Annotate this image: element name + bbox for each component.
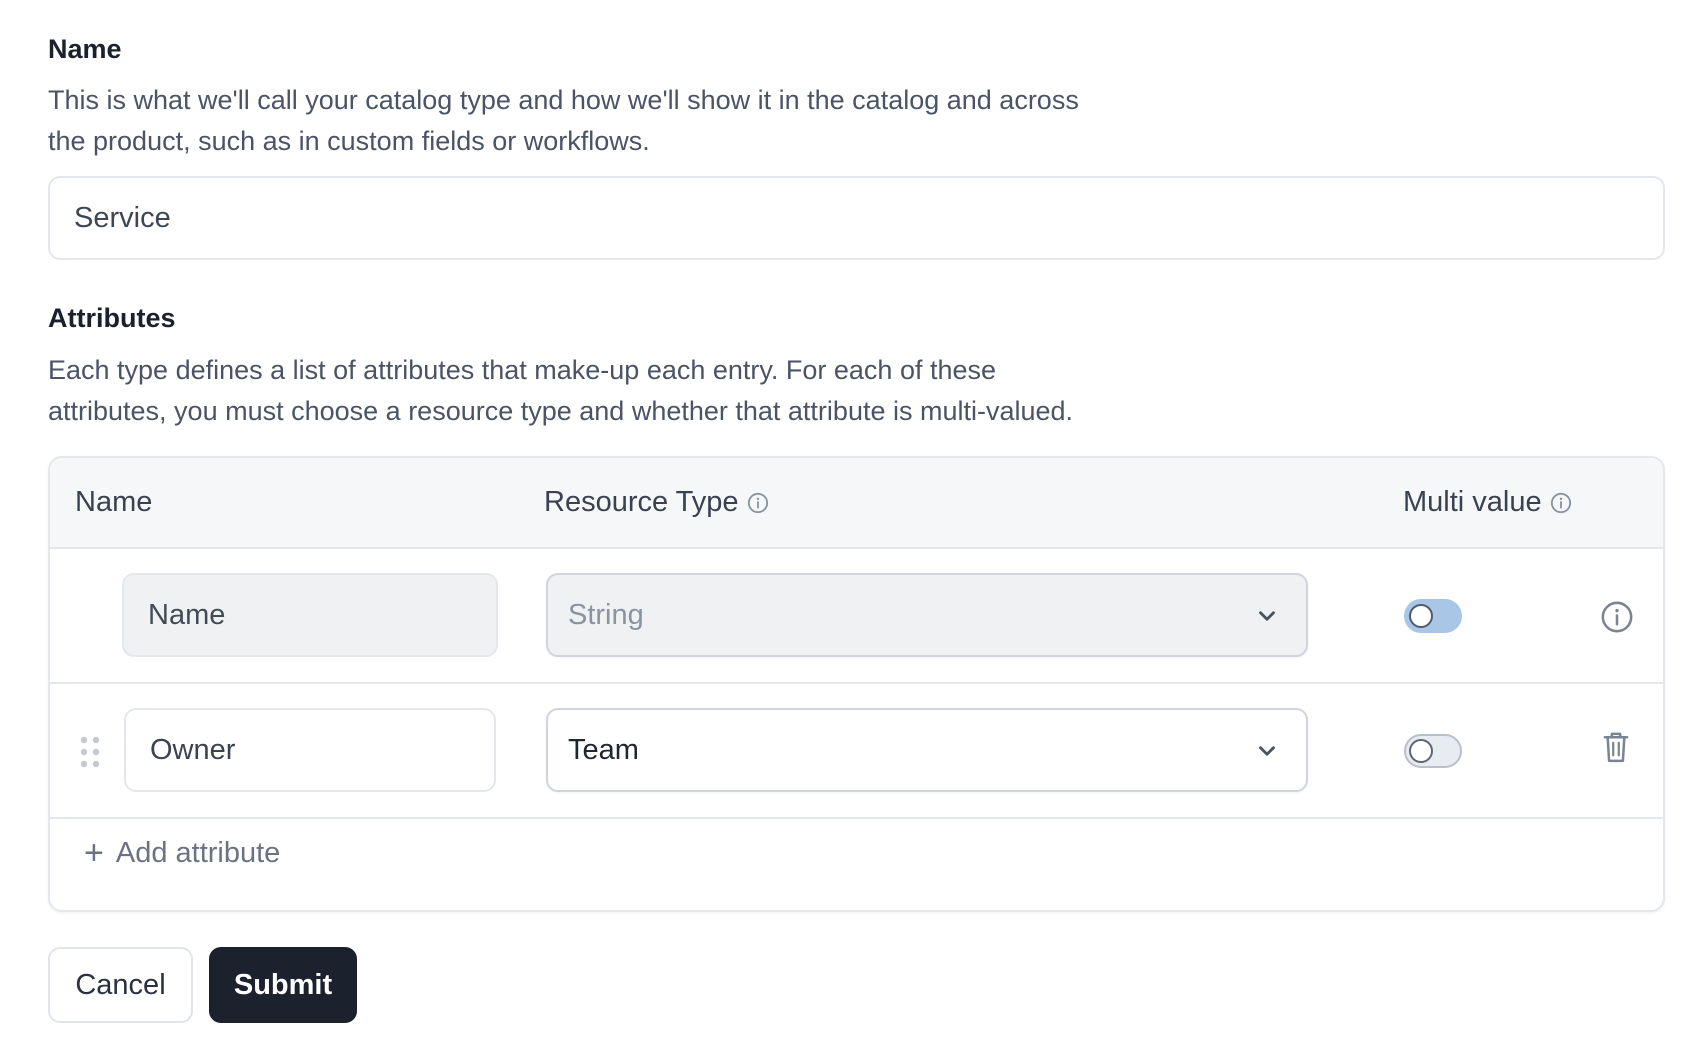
chevron-down-icon (1259, 611, 1275, 621)
attributes-table: Name Resource Type Multi value String (48, 456, 1665, 912)
attribute-row: String (50, 549, 1663, 684)
name-description-line-1: This is what we'll call your catalog typ… (48, 85, 1079, 115)
resource-type-value: String (568, 598, 644, 631)
submit-button[interactable]: Submit (209, 947, 357, 1023)
attributes-section-title: Attributes (48, 303, 176, 333)
name-section-description: This is what we'll call your catalog typ… (48, 80, 1079, 162)
resource-type-value: Team (568, 733, 639, 766)
toggle-knob (1409, 604, 1433, 628)
header-multi-value-label: Multi value (1403, 486, 1542, 518)
resource-type-info-icon[interactable] (747, 492, 769, 514)
attributes-description-line-1: Each type defines a list of attributes t… (48, 355, 997, 385)
multi-value-toggle (1404, 599, 1462, 633)
catalog-type-name-input[interactable] (48, 176, 1665, 260)
name-description-line-2: the product, such as in custom fields or… (48, 126, 650, 156)
resource-type-select[interactable]: Team (546, 708, 1308, 792)
header-resource-type-label: Resource Type (544, 486, 739, 518)
attribute-name-input[interactable] (124, 708, 496, 792)
attributes-description-line-2: attributes, you must choose a resource t… (48, 396, 1074, 426)
header-resource-type: Resource Type (544, 458, 769, 547)
attribute-name-input (122, 573, 498, 657)
resource-type-select: String (546, 573, 1308, 657)
drag-handle-icon[interactable] (78, 734, 102, 770)
multi-value-info-icon[interactable] (1550, 492, 1572, 514)
plus-icon: + (84, 834, 104, 872)
name-section-title: Name (48, 34, 122, 64)
add-attribute-label: Add attribute (115, 836, 281, 869)
header-name: Name (75, 458, 152, 547)
attribute-row: Team (50, 684, 1663, 819)
attributes-section-description: Each type defines a list of attributes t… (48, 350, 1073, 432)
trash-icon[interactable] (1599, 729, 1633, 765)
multi-value-toggle[interactable] (1404, 734, 1462, 768)
header-name-label: Name (75, 486, 153, 518)
add-attribute-button[interactable]: + Add attribute (84, 828, 280, 878)
cancel-button[interactable]: Cancel (48, 947, 193, 1023)
attributes-table-header: Name Resource Type Multi value (50, 458, 1663, 549)
toggle-knob (1409, 739, 1433, 763)
info-icon[interactable] (1600, 599, 1634, 635)
chevron-down-icon (1259, 746, 1275, 756)
header-multi-value: Multi value (1403, 458, 1572, 547)
